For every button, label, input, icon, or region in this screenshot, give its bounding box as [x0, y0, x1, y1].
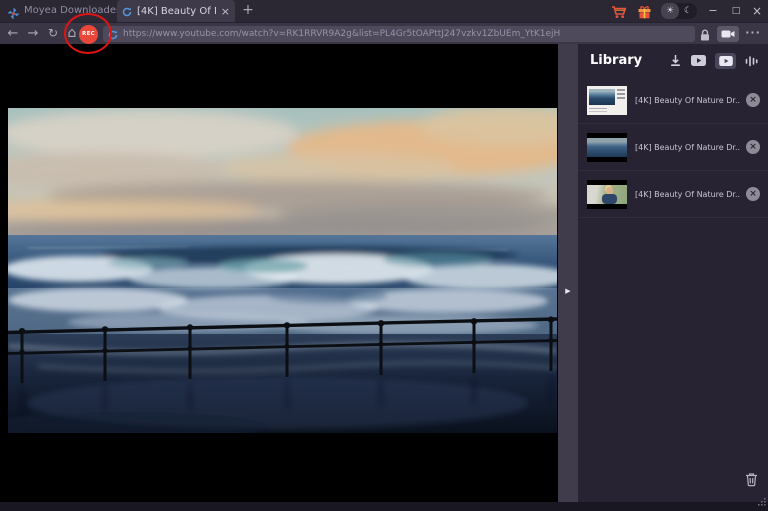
- library-item[interactable]: [4K] Beauty Of Nature Dr... ×: [578, 171, 768, 218]
- dark-mode-icon[interactable]: ☾: [679, 3, 697, 19]
- downloads-filter-icon[interactable]: [669, 54, 682, 67]
- title-bar: Moyea Downloader [4K] Beauty Of Natur × …: [0, 0, 768, 22]
- gift-icon[interactable]: [637, 4, 652, 23]
- forward-button[interactable]: →: [24, 23, 42, 44]
- light-mode-icon[interactable]: ☀: [661, 3, 679, 19]
- trash-icon[interactable]: [745, 472, 758, 491]
- library-header: Library: [578, 44, 768, 77]
- record-button[interactable]: REC: [79, 25, 98, 44]
- app-title: Moyea Downloader: [24, 0, 120, 22]
- library-item[interactable]: [4K] Beauty Of Nature Dr... ×: [578, 124, 768, 171]
- video-title: [4K] Beauty Of Nature Dr...: [635, 190, 740, 199]
- video-download-button[interactable]: [717, 26, 739, 42]
- youtube-selected-icon[interactable]: [715, 53, 736, 69]
- refresh-button[interactable]: ↻: [44, 23, 62, 44]
- video-player[interactable]: [8, 108, 557, 433]
- url-text: https://www.youtube.com/watch?v=RK1RRVR9…: [123, 29, 560, 39]
- expand-arrow-icon: ▶: [565, 287, 570, 295]
- back-button[interactable]: ←: [4, 23, 22, 44]
- url-refresh-icon: [108, 25, 118, 44]
- status-bar: [0, 502, 768, 511]
- resize-grip[interactable]: [758, 491, 766, 510]
- window-close-button[interactable]: ×: [748, 0, 766, 22]
- video-title: [4K] Beauty Of Nature Dr...: [635, 143, 740, 152]
- menu-dots-button[interactable]: ···: [742, 23, 764, 44]
- browser-viewport: ▶: [0, 44, 578, 502]
- tab-title: [4K] Beauty Of Natur: [137, 6, 216, 17]
- tab-close-icon[interactable]: ×: [221, 6, 230, 17]
- library-title: Library: [590, 53, 642, 68]
- sidebar-expander[interactable]: ▶: [558, 44, 578, 502]
- video-thumbnail: [587, 86, 627, 115]
- maximize-button[interactable]: □: [727, 0, 745, 22]
- video-thumbnail: [587, 180, 627, 209]
- minimize-button[interactable]: −: [704, 0, 722, 22]
- video-title: [4K] Beauty Of Nature Dr...: [635, 96, 740, 105]
- app-window: Moyea Downloader [4K] Beauty Of Natur × …: [0, 0, 768, 511]
- navigation-bar: ← → ↻ ⌂ REC https://www.youtube.com/watc…: [0, 22, 768, 44]
- theme-toggle[interactable]: ☀ ☾: [661, 3, 697, 19]
- tab-refresh-icon: [122, 2, 132, 21]
- remove-item-icon[interactable]: ×: [746, 93, 760, 107]
- youtube-videos-icon[interactable]: [691, 55, 706, 66]
- remove-item-icon[interactable]: ×: [746, 187, 760, 201]
- remove-item-icon[interactable]: ×: [746, 140, 760, 154]
- audio-library-icon[interactable]: [745, 55, 758, 67]
- ocean-video-frame: [8, 108, 557, 433]
- new-tab-button[interactable]: +: [240, 0, 256, 22]
- browser-tab[interactable]: [4K] Beauty Of Natur ×: [117, 0, 235, 22]
- cart-icon[interactable]: [611, 4, 627, 23]
- address-bar[interactable]: https://www.youtube.com/watch?v=RK1RRVR9…: [103, 26, 695, 42]
- library-item[interactable]: [4K] Beauty Of Nature Dr... ×: [578, 77, 768, 124]
- video-thumbnail: [587, 133, 627, 162]
- library-sidebar: Library [4K] Beauty Of Nature Dr... ×: [578, 44, 768, 502]
